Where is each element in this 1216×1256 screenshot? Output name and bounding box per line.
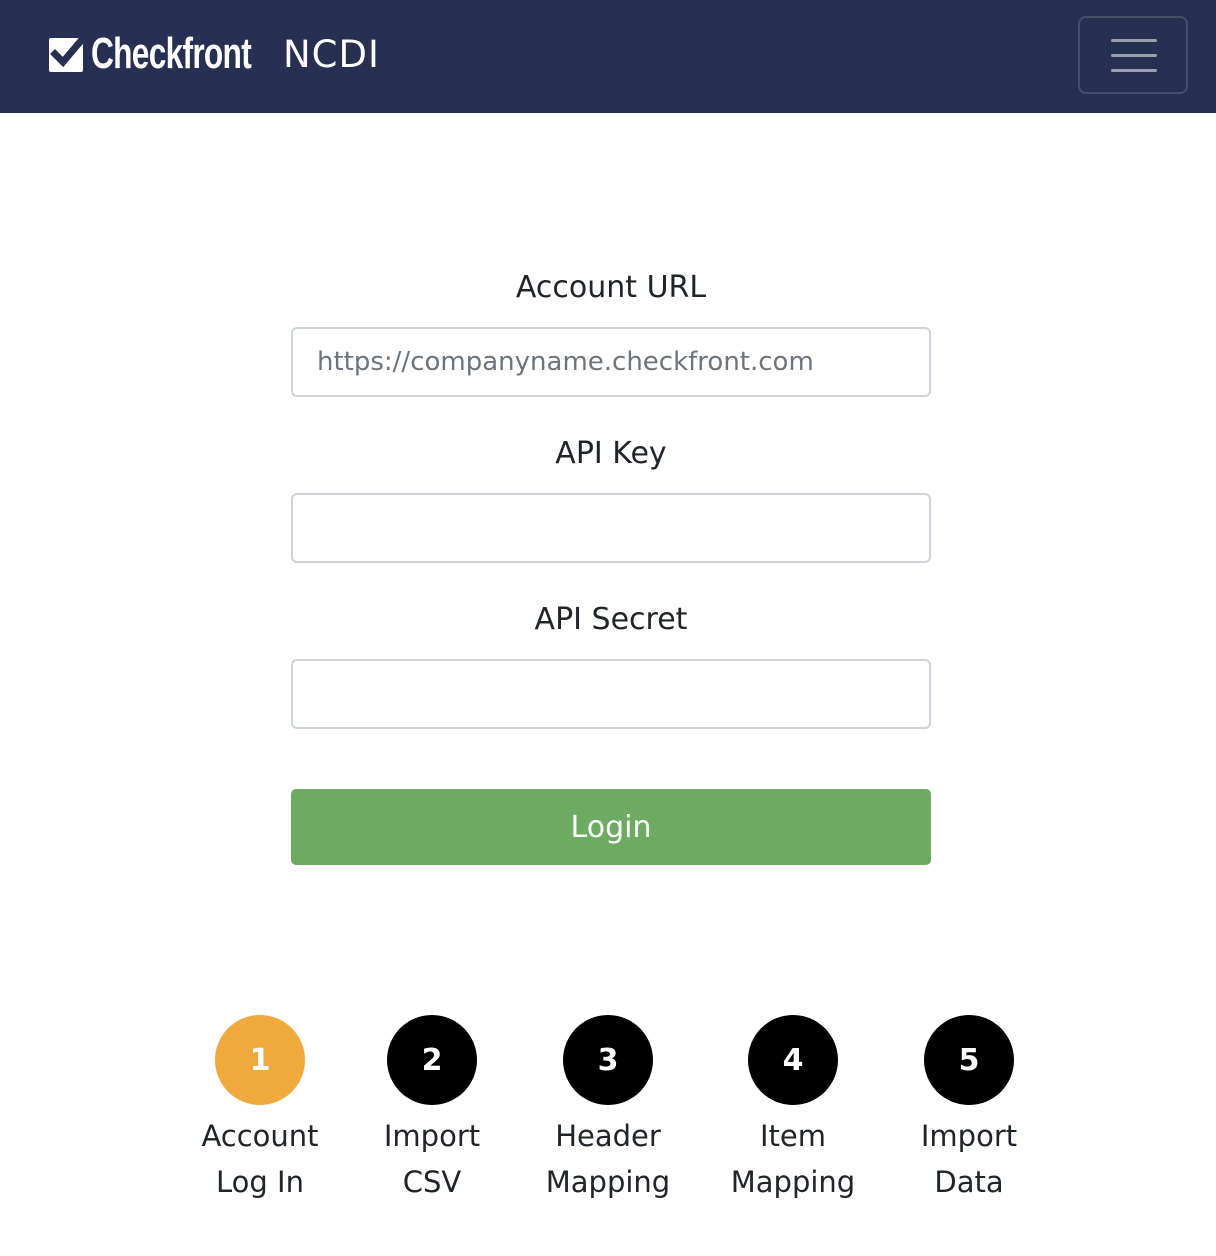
step-label: Import CSV — [342, 1113, 522, 1205]
api-key-label: API Key — [555, 436, 667, 471]
account-url-input[interactable] — [291, 327, 931, 397]
top-navbar: Checkfront NCDI — [0, 0, 1216, 113]
api-secret-label: API Secret — [534, 602, 688, 637]
step-import-csv: 2 Import CSV — [342, 1015, 522, 1205]
step-number-badge: 2 — [387, 1015, 477, 1105]
menu-toggle-button[interactable] — [1078, 16, 1188, 94]
step-number-badge: 5 — [924, 1015, 1014, 1105]
step-header-mapping: 3 Header Mapping — [518, 1015, 698, 1205]
api-key-input[interactable] — [291, 493, 931, 563]
step-label-line: Data — [934, 1165, 1004, 1199]
step-label: Account Log In — [170, 1113, 350, 1205]
step-label-line: Header — [555, 1119, 661, 1153]
api-secret-input[interactable] — [291, 659, 931, 729]
step-label: Item Mapping — [703, 1113, 883, 1205]
login-button[interactable]: Login — [291, 789, 931, 865]
checkfront-logo[interactable]: Checkfront — [47, 30, 256, 78]
step-label-line: Log In — [216, 1165, 304, 1199]
step-item-mapping: 4 Item Mapping — [703, 1015, 883, 1205]
step-import-data: 5 Import Data — [879, 1015, 1059, 1205]
logo-wordmark: Checkfront — [91, 29, 252, 78]
step-label-line: Import — [920, 1119, 1018, 1153]
step-label-line: Item — [759, 1119, 826, 1153]
step-label: Header Mapping — [518, 1113, 698, 1205]
step-label-line: CSV — [402, 1165, 462, 1199]
account-url-label: Account URL — [515, 270, 707, 305]
step-number-badge: 3 — [563, 1015, 653, 1105]
step-label-line: Mapping — [730, 1165, 856, 1199]
step-label-line: Account — [201, 1119, 319, 1153]
step-number-badge: 1 — [215, 1015, 305, 1105]
step-label: Import Data — [879, 1113, 1059, 1205]
step-label-line: Import — [383, 1119, 481, 1153]
step-label-line: Mapping — [545, 1165, 671, 1199]
step-number-badge: 4 — [748, 1015, 838, 1105]
checkbox-check-icon — [49, 34, 87, 72]
step-account-log-in: 1 Account Log In — [170, 1015, 350, 1205]
app-name: NCDI — [283, 33, 380, 76]
